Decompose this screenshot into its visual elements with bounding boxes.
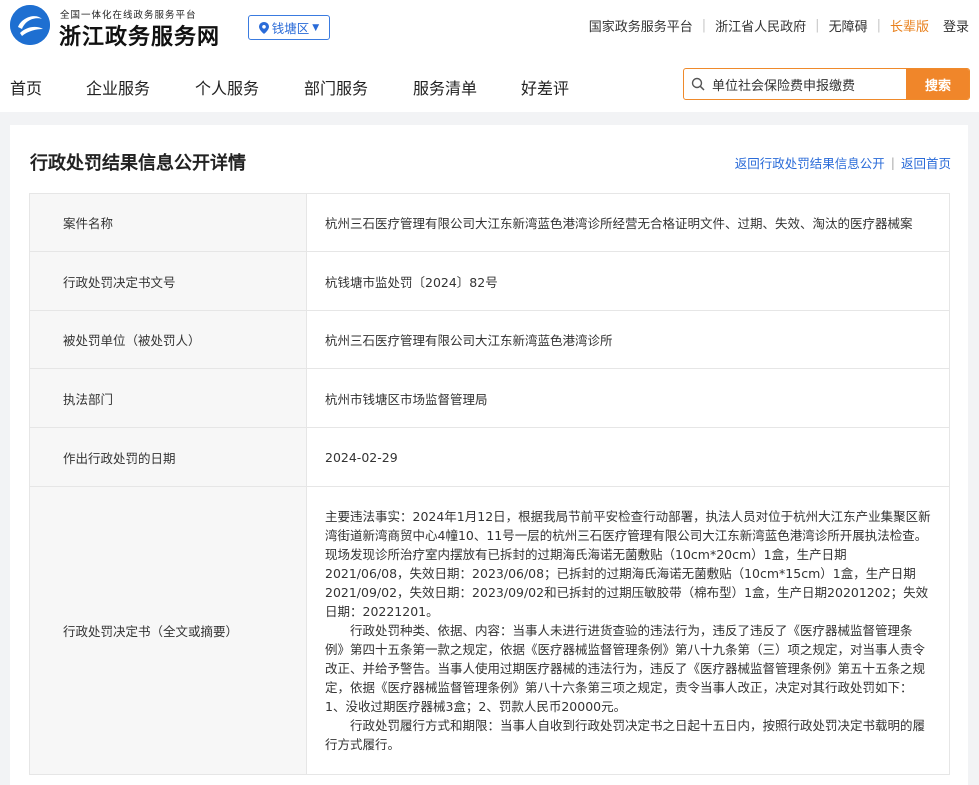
back-to-home-link[interactable]: 返回首页	[901, 153, 951, 172]
nav-enterprise-services[interactable]: 企业服务	[86, 75, 150, 99]
row-label: 行政处罚决定书（全文或摘要）	[29, 486, 307, 775]
decision-paragraph: 主要违法事实：2024年1月12日，根据我局节前平安检查行动部署，执法人员对位于…	[325, 509, 931, 619]
detail-card: 行政处罚结果信息公开详情 返回行政处罚结果信息公开 | 返回首页 案件名称 杭州…	[10, 125, 968, 785]
row-label: 被处罚单位（被处罚人）	[29, 310, 307, 369]
decision-paragraph: 行政处罚种类、依据、内容：当事人未进行进货查验的违法行为，违反了违反了《医疗器械…	[325, 623, 926, 714]
row-value: 2024-02-29	[306, 427, 950, 487]
link-provincial-government[interactable]: 浙江省人民政府	[715, 16, 806, 35]
row-label: 行政处罚决定书文号	[29, 251, 307, 311]
table-row: 被处罚单位（被处罚人） 杭州三石医疗管理有限公司大江东新湾蓝色港湾诊所	[29, 310, 950, 369]
row-value: 杭州市钱塘区市场监督管理局	[306, 368, 950, 428]
nav-home[interactable]: 首页	[10, 75, 42, 99]
zhejiang-logo-icon[interactable]	[10, 5, 50, 45]
search-icon	[684, 77, 712, 91]
nav-rating[interactable]: 好差评	[521, 75, 569, 99]
link-elder-version[interactable]: 长辈版	[890, 16, 929, 35]
location-pin-icon	[258, 21, 269, 34]
search-box: 搜索	[683, 68, 970, 100]
region-label: 钱塘区	[271, 21, 310, 36]
table-row: 执法部门 杭州市钱塘区市场监督管理局	[29, 368, 950, 428]
divider: |	[876, 18, 881, 33]
decision-text: 主要违法事实：2024年1月12日，根据我局节前平安检查行动部署，执法人员对位于…	[306, 486, 950, 775]
table-row: 作出行政处罚的日期 2024-02-29	[29, 427, 950, 487]
search-input[interactable]	[712, 69, 906, 99]
caret-down-icon: ▼	[312, 22, 320, 33]
top-header: 全国一体化在线政务服务平台 浙江政务服务网 钱塘区 ▼ 国家政务服务平台 | 浙…	[0, 0, 979, 58]
decision-paragraph: 行政处罚履行方式和期限：当事人自收到行政处罚决定书之日起十五日内，按照行政处罚决…	[325, 718, 926, 752]
row-value: 杭州三石医疗管理有限公司大江东新湾蓝色港湾诊所	[306, 310, 950, 369]
link-accessibility[interactable]: 无障碍	[829, 16, 868, 35]
row-value: 杭钱塘市监处罚〔2024〕82号	[306, 251, 950, 311]
row-value: 杭州三石医疗管理有限公司大江东新湾蓝色港湾诊所经营无合格证明文件、过期、失效、淘…	[306, 193, 950, 252]
brand-title[interactable]: 浙江政务服务网	[59, 19, 220, 51]
divider: |	[701, 18, 707, 33]
region-selector[interactable]: 钱塘区 ▼	[248, 15, 330, 40]
link-national-platform[interactable]: 国家政务服务平台	[589, 16, 693, 35]
page-title: 行政处罚结果信息公开详情	[30, 153, 246, 174]
login-link[interactable]: 登录	[943, 16, 969, 35]
table-row: 行政处罚决定书（全文或摘要） 主要违法事实：2024年1月12日，根据我局节前平…	[29, 486, 950, 775]
nav-personal-services[interactable]: 个人服务	[195, 75, 259, 99]
row-label: 执法部门	[29, 368, 307, 428]
nav-service-list[interactable]: 服务清单	[413, 75, 477, 99]
table-row: 案件名称 杭州三石医疗管理有限公司大江东新湾蓝色港湾诊所经营无合格证明文件、过期…	[29, 193, 950, 252]
nav-department-services[interactable]: 部门服务	[304, 75, 368, 99]
divider: |	[815, 18, 820, 33]
top-links: 国家政务服务平台 | 浙江省人民政府 | 无障碍 | 长辈版 登录	[589, 16, 969, 35]
back-to-list-link[interactable]: 返回行政处罚结果信息公开	[735, 153, 885, 172]
row-label: 案件名称	[29, 193, 307, 252]
table-row: 行政处罚决定书文号 杭钱塘市监处罚〔2024〕82号	[29, 251, 950, 311]
back-links: 返回行政处罚结果信息公开 | 返回首页	[735, 153, 951, 172]
divider: |	[890, 155, 895, 170]
row-label: 作出行政处罚的日期	[29, 427, 307, 487]
detail-table: 案件名称 杭州三石医疗管理有限公司大江东新湾蓝色港湾诊所经营无合格证明文件、过期…	[29, 193, 950, 775]
search-button[interactable]: 搜索	[906, 69, 969, 99]
